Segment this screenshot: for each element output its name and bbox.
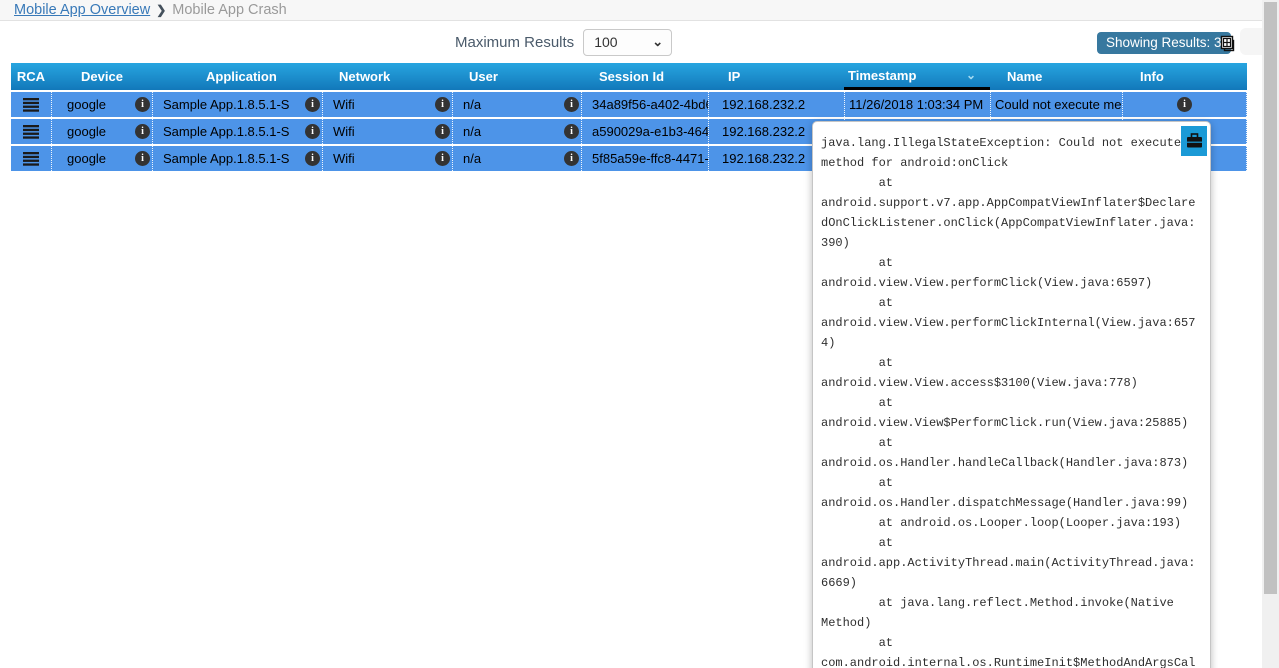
column-header-device[interactable]: Device [51,63,152,90]
cell-device: google i [51,146,152,171]
max-results-value: 100 [594,34,617,50]
info-icon[interactable]: i [435,124,450,139]
user-value: n/a [463,124,564,139]
info-icon[interactable]: i [435,97,450,112]
cell-rca[interactable] [11,146,51,171]
info-icon[interactable]: i [1177,97,1192,112]
sort-descending-icon[interactable]: ⌄ [966,68,976,82]
briefcase-icon [1186,133,1203,149]
collapsed-panel-tab[interactable] [1240,28,1262,55]
user-value: n/a [463,97,564,112]
cell-info: i [1122,92,1247,117]
table-header-row: RCA Device Application Network User Sess… [11,63,1247,90]
copy-stack-trace-button[interactable] [1181,126,1207,156]
breadcrumb-bar: Mobile App Overview ❯ Mobile App Crash [0,0,1279,21]
info-icon[interactable]: i [305,97,320,112]
showing-results-badge: Showing Results: 3 [1097,32,1231,54]
cell-user: n/a i [452,92,581,117]
column-header-ip[interactable]: IP [708,63,844,90]
info-icon[interactable]: i [564,151,579,166]
stack-trace-popup: java.lang.IllegalStateException: Could n… [812,121,1211,668]
cell-rca[interactable] [11,92,51,117]
device-value: google [67,124,135,139]
rca-menu-icon [23,125,39,139]
user-value: n/a [463,151,564,166]
breadcrumb-current: Mobile App Crash [172,2,286,18]
chevron-right-icon: ❯ [156,3,166,17]
column-header-user[interactable]: User [452,63,581,90]
scrollbar-thumb[interactable] [1264,2,1277,594]
cell-timestamp: 11/26/2018 1:03:34 PM [844,92,990,117]
stack-trace-text: java.lang.IllegalStateException: Could n… [821,133,1202,668]
table-row[interactable]: google i Sample App.1.8.5.1-S i Wifi i n… [11,92,1247,117]
column-header-session-id[interactable]: Session Id [581,63,708,90]
info-icon[interactable]: i [564,124,579,139]
cell-device: google i [51,92,152,117]
column-header-rca[interactable]: RCA [11,63,51,90]
max-results-label: Maximum Results [455,34,574,51]
device-value: google [67,151,135,166]
cell-name: Could not execute me... [990,92,1122,117]
cell-user: n/a i [452,146,581,171]
info-icon[interactable]: i [135,124,150,139]
cell-session-id: a590029a-e1b3-464e... [581,119,708,144]
cell-application: Sample App.1.8.5.1-S i [152,92,322,117]
cell-session-id: 34a89f56-a402-4bd6-... [581,92,708,117]
breadcrumb-link-overview[interactable]: Mobile App Overview [14,2,150,18]
cell-device: google i [51,119,152,144]
cell-network: Wifi i [322,146,452,171]
cell-user: n/a i [452,119,581,144]
cell-ip: 192.168.232.2 [708,92,844,117]
application-value: Sample App.1.8.5.1-S [163,124,305,139]
column-header-timestamp-label: Timestamp [848,68,916,83]
export-results-icon[interactable] [1218,34,1238,54]
info-icon[interactable]: i [305,151,320,166]
cell-session-id: 5f85a59e-ffc8-4471-9... [581,146,708,171]
column-header-network[interactable]: Network [322,63,452,90]
cell-network: Wifi i [322,119,452,144]
info-icon[interactable]: i [135,97,150,112]
max-results-select[interactable]: 100 ⌄ [583,29,672,56]
info-icon[interactable]: i [135,151,150,166]
rca-menu-icon [23,152,39,166]
info-icon[interactable]: i [564,97,579,112]
cell-network: Wifi i [322,92,452,117]
cell-rca[interactable] [11,119,51,144]
application-value: Sample App.1.8.5.1-S [163,151,305,166]
vertical-scrollbar[interactable] [1262,0,1279,668]
column-header-timestamp[interactable]: Timestamp ⌄ [844,63,990,90]
cell-application: Sample App.1.8.5.1-S i [152,146,322,171]
network-value: Wifi [333,124,435,139]
device-value: google [67,97,135,112]
info-icon[interactable]: i [435,151,450,166]
breadcrumb: Mobile App Overview ❯ Mobile App Crash [0,2,287,18]
application-value: Sample App.1.8.5.1-S [163,97,305,112]
info-icon[interactable]: i [305,124,320,139]
max-results-control: Maximum Results 100 ⌄ [455,28,672,56]
cell-application: Sample App.1.8.5.1-S i [152,119,322,144]
chevron-down-icon: ⌄ [652,30,663,53]
rca-menu-icon [23,98,39,112]
network-value: Wifi [333,151,435,166]
network-value: Wifi [333,97,435,112]
column-header-name[interactable]: Name [990,63,1122,90]
column-header-application[interactable]: Application [152,63,322,90]
column-header-info[interactable]: Info [1122,63,1247,90]
